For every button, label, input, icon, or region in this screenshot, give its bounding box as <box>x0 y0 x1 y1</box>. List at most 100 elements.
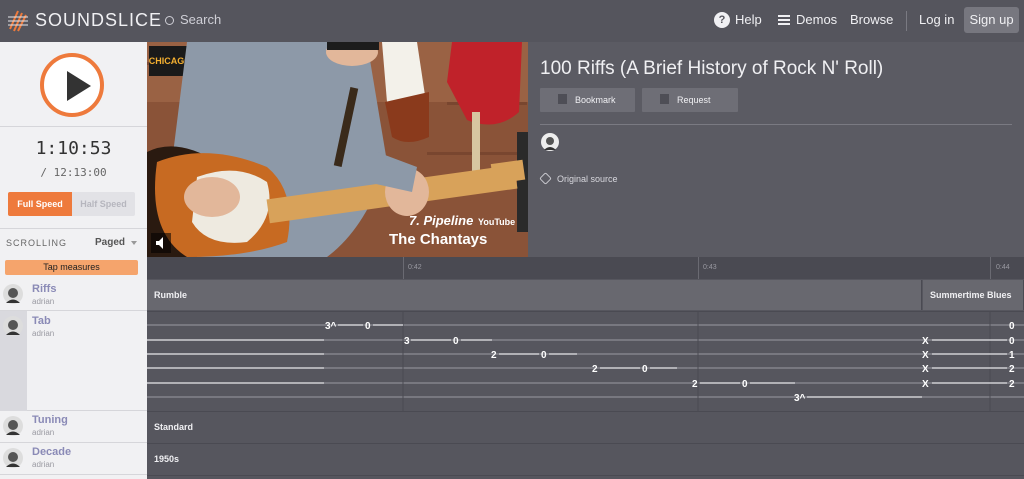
tap-measures-button[interactable]: Tap measures <box>5 260 138 275</box>
search-label: Search <box>180 12 222 27</box>
track-tuning[interactable]: Tuning adrian <box>0 411 147 443</box>
avatar <box>3 448 23 468</box>
decade-value[interactable]: 1950s <box>154 454 179 464</box>
search-icon <box>165 16 174 25</box>
track-tab[interactable]: Tab adrian <box>0 311 147 411</box>
original-source-link[interactable]: Original source <box>539 172 618 185</box>
tab-note: 2 <box>1009 379 1015 390</box>
bookmark-button[interactable]: Bookmark <box>540 88 635 112</box>
tab-note: X <box>922 364 929 375</box>
avatar <box>3 284 23 304</box>
help-icon: ? <box>714 12 730 28</box>
author-avatar[interactable] <box>540 132 560 152</box>
search-link[interactable]: Search <box>165 12 221 27</box>
volume-button[interactable] <box>151 233 171 253</box>
timeline-tick <box>698 257 699 279</box>
tab-note: X <box>922 379 929 390</box>
divider <box>147 475 1024 476</box>
track-user: adrian <box>32 297 55 306</box>
tab-staff[interactable]: 3^ 0 0 3 0 X 0 2 0 X 1 2 0 X 2 2 0 X 2 3… <box>147 312 1024 411</box>
login-link[interactable]: Log in <box>919 12 954 27</box>
tuning-value[interactable]: Standard <box>154 422 193 432</box>
video-frame: CHICAGO 7. Pipeline The Chantays YouTube <box>147 42 528 257</box>
slice-title: 100 Riffs (A Brief History of Rock N' Ro… <box>540 58 884 79</box>
riff-section-label: Rumble <box>154 290 188 300</box>
scrolling-label: SCROLLING <box>6 238 68 248</box>
divider <box>147 411 1024 412</box>
request-label: Request <box>677 95 711 105</box>
video-player[interactable]: CHICAGO 7. Pipeline The Chantays YouTube <box>147 42 528 257</box>
tab-note: 2 <box>592 364 598 375</box>
tab-note: 2 <box>692 379 698 390</box>
divider <box>0 126 147 127</box>
video-caption-line2: The Chantays <box>389 231 487 248</box>
help-label: Help <box>735 12 762 27</box>
total-time: / 12:13:00 <box>40 166 107 179</box>
track-name: Decade <box>32 446 72 458</box>
bookmark-label: Bookmark <box>575 95 616 105</box>
tab-note: 0 <box>1009 321 1015 332</box>
avatar <box>3 416 23 436</box>
soundslice-logo-icon[interactable] <box>6 7 30 33</box>
timeline-ruler[interactable]: 0:42 0:43 0:44 <box>147 257 1024 279</box>
track-user: adrian <box>32 329 55 338</box>
divider <box>147 443 1024 444</box>
timeline-tick <box>403 257 404 279</box>
original-source-label: Original source <box>557 174 618 184</box>
track-name: Tuning <box>32 414 68 426</box>
score-area[interactable]: Rumble Summertime Blues 3^ 0 0 3 0 X 0 2… <box>147 279 1024 479</box>
nav-divider <box>906 11 907 31</box>
tab-note: 0 <box>541 350 547 361</box>
divider <box>0 228 147 229</box>
brand-name[interactable]: SOUNDSLICE <box>35 10 162 31</box>
speaker-icon <box>156 237 163 249</box>
current-time: 1:10:53 <box>35 138 112 159</box>
request-button[interactable]: Request <box>642 88 738 112</box>
tab-note: 3^ <box>325 321 337 332</box>
riff-section[interactable]: Summertime Blues <box>923 280 1024 310</box>
full-speed-button[interactable]: Full Speed <box>8 192 72 216</box>
tab-note: X <box>922 350 929 361</box>
tab-note: 1 <box>1009 350 1015 361</box>
avatar <box>3 316 23 336</box>
youtube-logo-icon: YouTube <box>478 217 515 227</box>
divider <box>540 124 1012 125</box>
signup-button[interactable]: Sign up <box>964 7 1019 33</box>
track-list: Riffs adrian Tab adrian Tuning adrian De… <box>0 279 147 479</box>
demos-link[interactable]: Demos <box>778 12 837 27</box>
tab-note: 2 <box>1009 364 1015 375</box>
slice-info-panel: 100 Riffs (A Brief History of Rock N' Ro… <box>528 42 1024 257</box>
video-caption-line1: 7. Pipeline <box>409 213 473 228</box>
timeline-label: 0:42 <box>408 264 422 271</box>
timeline-label: 0:43 <box>703 264 717 271</box>
request-icon <box>660 94 669 104</box>
tab-note: 2 <box>491 350 497 361</box>
tab-note: X <box>922 336 929 347</box>
play-button[interactable] <box>40 53 104 117</box>
chevron-down-icon[interactable] <box>131 241 137 245</box>
track-decade[interactable]: Decade adrian <box>0 443 147 475</box>
menu-icon <box>778 15 790 25</box>
tab-note: 0 <box>453 336 459 347</box>
top-navigation-bar: SOUNDSLICE Search ? Help Demos Browse Log… <box>0 0 1024 42</box>
riff-section[interactable]: Rumble <box>147 280 922 310</box>
tab-note: 0 <box>1009 336 1015 347</box>
track-user: adrian <box>32 460 55 469</box>
track-name: Tab <box>32 315 51 327</box>
tab-note: 0 <box>365 321 371 332</box>
half-speed-button[interactable]: Half Speed <box>72 192 135 216</box>
scrolling-select[interactable]: Paged <box>95 237 125 248</box>
tab-note: 0 <box>642 364 648 375</box>
track-name: Riffs <box>32 283 57 295</box>
demos-label: Demos <box>796 12 838 27</box>
browse-link[interactable]: Browse <box>850 12 893 27</box>
player-controls: 1:10:53 / 12:13:00 Full Speed Half Speed… <box>0 42 147 257</box>
tab-note: 0 <box>742 379 748 390</box>
timeline-tick <box>990 257 991 279</box>
tap-measures-row: Tap measures <box>0 257 147 279</box>
track-riffs[interactable]: Riffs adrian <box>0 279 147 311</box>
help-link[interactable]: ? Help <box>714 12 762 29</box>
track-user: adrian <box>32 428 55 437</box>
timeline-label: 0:44 <box>996 264 1010 271</box>
bookmark-icon <box>558 94 567 104</box>
